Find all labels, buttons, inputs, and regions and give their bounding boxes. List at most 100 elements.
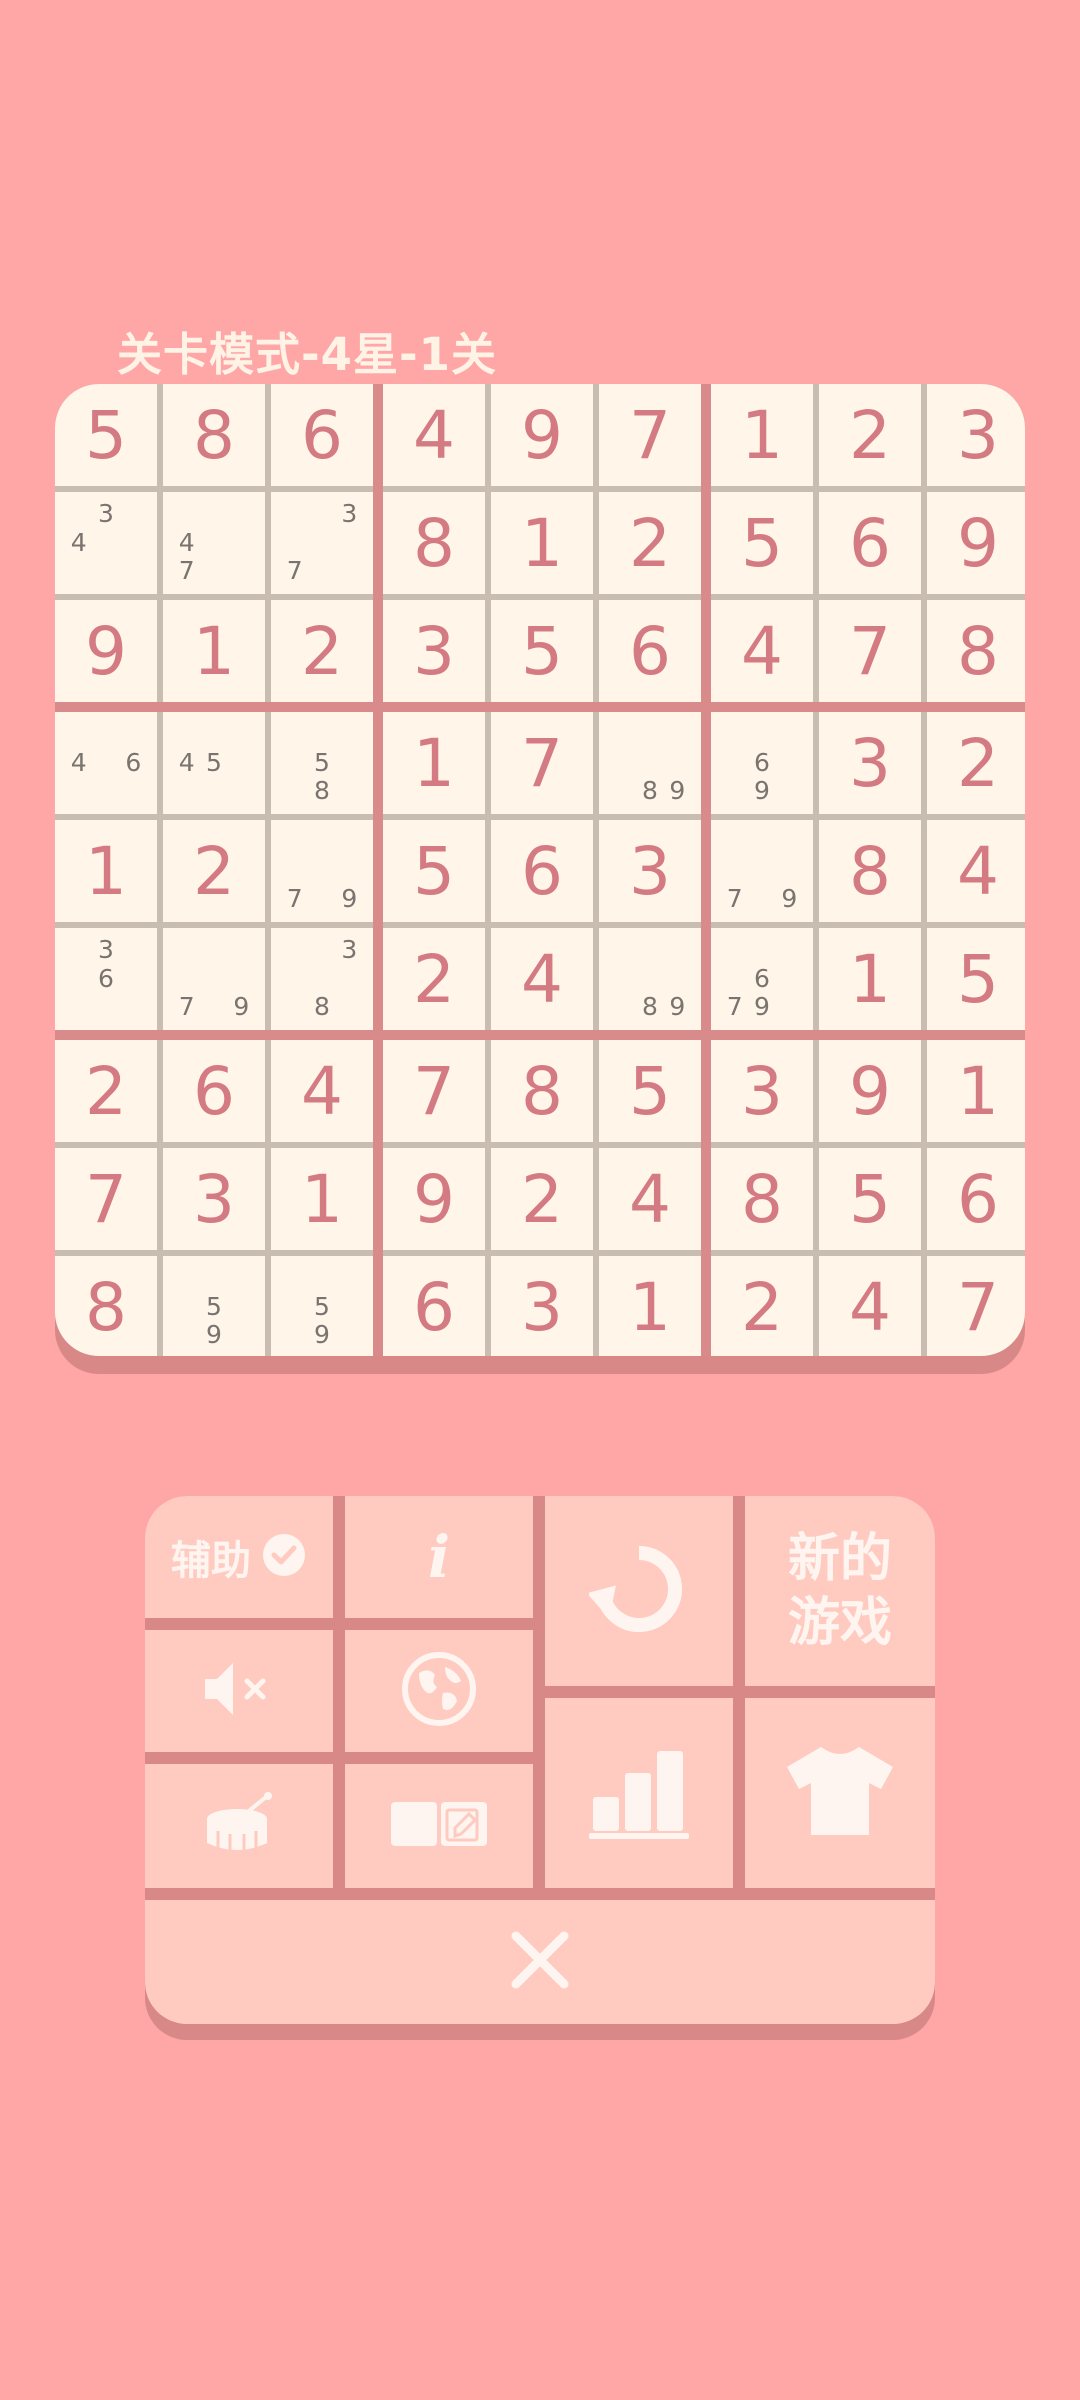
board-cell[interactable]: 2 — [271, 600, 373, 702]
board-cell[interactable]: 2 — [927, 712, 1025, 814]
board-cell[interactable]: 6 — [163, 1040, 265, 1142]
assist-button[interactable]: 辅助 — [145, 1496, 333, 1618]
board-cell[interactable]: 38 — [271, 928, 373, 1030]
board-cell[interactable]: 6 — [271, 384, 373, 486]
restart-button[interactable] — [545, 1496, 733, 1686]
board-cell[interactable]: 4 — [819, 1256, 921, 1356]
board-cell[interactable]: 37 — [271, 492, 373, 594]
board-cell[interactable]: 6 — [819, 492, 921, 594]
board-cell[interactable]: 1 — [599, 1256, 701, 1356]
board-cell[interactable]: 8 — [711, 1148, 813, 1250]
board-cell[interactable]: 34 — [55, 492, 157, 594]
board-cell[interactable]: 5 — [927, 928, 1025, 1030]
theme-button[interactable] — [745, 1698, 935, 1888]
board-cell[interactable]: 8 — [927, 600, 1025, 702]
board-cell[interactable]: 5 — [383, 820, 485, 922]
note-digit: 8 — [314, 776, 330, 806]
board-cell[interactable]: 59 — [271, 1256, 373, 1356]
board-cell[interactable]: 1 — [55, 820, 157, 922]
board-cell[interactable]: 2 — [163, 820, 265, 922]
board-cell[interactable]: 1 — [819, 928, 921, 1030]
board-cell[interactable]: 1 — [163, 600, 265, 702]
board-cell[interactable]: 1 — [711, 384, 813, 486]
board-cell[interactable]: 47 — [163, 492, 265, 594]
board-cell[interactable]: 58 — [271, 712, 373, 814]
board-cell[interactable]: 9 — [383, 1148, 485, 1250]
board-cell[interactable]: 69 — [711, 712, 813, 814]
board-cell[interactable]: 8 — [55, 1256, 157, 1356]
board-cell[interactable]: 1 — [271, 1148, 373, 1250]
board-cell[interactable]: 9 — [491, 384, 593, 486]
board-cell[interactable]: 5 — [55, 384, 157, 486]
board-cell[interactable]: 5 — [819, 1148, 921, 1250]
board-cell[interactable]: 1 — [491, 492, 593, 594]
board-cell[interactable]: 2 — [599, 492, 701, 594]
note-digit — [228, 500, 255, 529]
board-cell[interactable]: 5 — [491, 600, 593, 702]
note-digit — [173, 1293, 200, 1322]
board-cell[interactable]: 5 — [711, 492, 813, 594]
drum-button[interactable] — [145, 1764, 333, 1888]
board-cell[interactable]: 1 — [383, 712, 485, 814]
board-cell[interactable]: 7 — [927, 1256, 1025, 1356]
board-cell[interactable]: 89 — [599, 712, 701, 814]
notes-button[interactable] — [345, 1764, 533, 1888]
board-cell[interactable]: 5 — [599, 1040, 701, 1142]
board-cell[interactable]: 8 — [383, 492, 485, 594]
board-cell[interactable]: 79 — [163, 928, 265, 1030]
board-cell[interactable]: 1 — [927, 1040, 1025, 1142]
board-cell[interactable]: 4 — [927, 820, 1025, 922]
board-cell[interactable]: 2 — [819, 384, 921, 486]
board-cell[interactable]: 6 — [491, 820, 593, 922]
cell-digit: 7 — [413, 1052, 455, 1130]
board-cell[interactable]: 2 — [383, 928, 485, 1030]
close-button[interactable] — [145, 1900, 935, 2024]
board-cell[interactable]: 9 — [927, 492, 1025, 594]
board-cell[interactable]: 46 — [55, 712, 157, 814]
board-cell[interactable]: 8 — [491, 1040, 593, 1142]
note-digit — [65, 777, 92, 806]
board-cell[interactable]: 3 — [491, 1256, 593, 1356]
stats-button[interactable] — [545, 1698, 733, 1888]
board-cell[interactable]: 3 — [599, 820, 701, 922]
board-cell[interactable]: 6 — [599, 600, 701, 702]
board-cell[interactable]: 8 — [163, 384, 265, 486]
new-game-button[interactable]: 新的 游戏 — [745, 1496, 935, 1686]
board-cell[interactable]: 36 — [55, 928, 157, 1030]
board-cell[interactable]: 9 — [55, 600, 157, 702]
board-cell[interactable]: 4 — [271, 1040, 373, 1142]
board-cell[interactable]: 9 — [819, 1040, 921, 1142]
board-cell[interactable]: 679 — [711, 928, 813, 1030]
board-cell[interactable]: 2 — [55, 1040, 157, 1142]
board-cell[interactable]: 3 — [819, 712, 921, 814]
note-digit — [748, 936, 775, 965]
board-cell[interactable]: 59 — [163, 1256, 265, 1356]
cell-digit: 3 — [629, 832, 671, 910]
board-cell[interactable]: 7 — [599, 384, 701, 486]
board-cell[interactable]: 3 — [383, 600, 485, 702]
board-cell[interactable]: 4 — [711, 600, 813, 702]
board-cell[interactable]: 7 — [491, 712, 593, 814]
note-digit — [281, 1264, 308, 1293]
board-cell[interactable]: 6 — [383, 1256, 485, 1356]
board-cell[interactable]: 4 — [383, 384, 485, 486]
board-cell[interactable]: 8 — [819, 820, 921, 922]
board-cell[interactable]: 45 — [163, 712, 265, 814]
board-cell[interactable]: 7 — [55, 1148, 157, 1250]
board-cell[interactable]: 3 — [163, 1148, 265, 1250]
sound-button[interactable] — [145, 1630, 333, 1752]
board-cell[interactable]: 6 — [927, 1148, 1025, 1250]
board-cell[interactable]: 79 — [271, 820, 373, 922]
board-cell[interactable]: 2 — [711, 1256, 813, 1356]
board-cell[interactable]: 7 — [383, 1040, 485, 1142]
board-cell[interactable]: 7 — [819, 600, 921, 702]
info-button[interactable]: i — [345, 1496, 533, 1618]
board-cell[interactable]: 2 — [491, 1148, 593, 1250]
board-cell[interactable]: 4 — [491, 928, 593, 1030]
board-cell[interactable]: 3 — [927, 384, 1025, 486]
language-button[interactable] — [345, 1630, 533, 1752]
board-cell[interactable]: 79 — [711, 820, 813, 922]
board-cell[interactable]: 4 — [599, 1148, 701, 1250]
board-cell[interactable]: 89 — [599, 928, 701, 1030]
board-cell[interactable]: 3 — [711, 1040, 813, 1142]
